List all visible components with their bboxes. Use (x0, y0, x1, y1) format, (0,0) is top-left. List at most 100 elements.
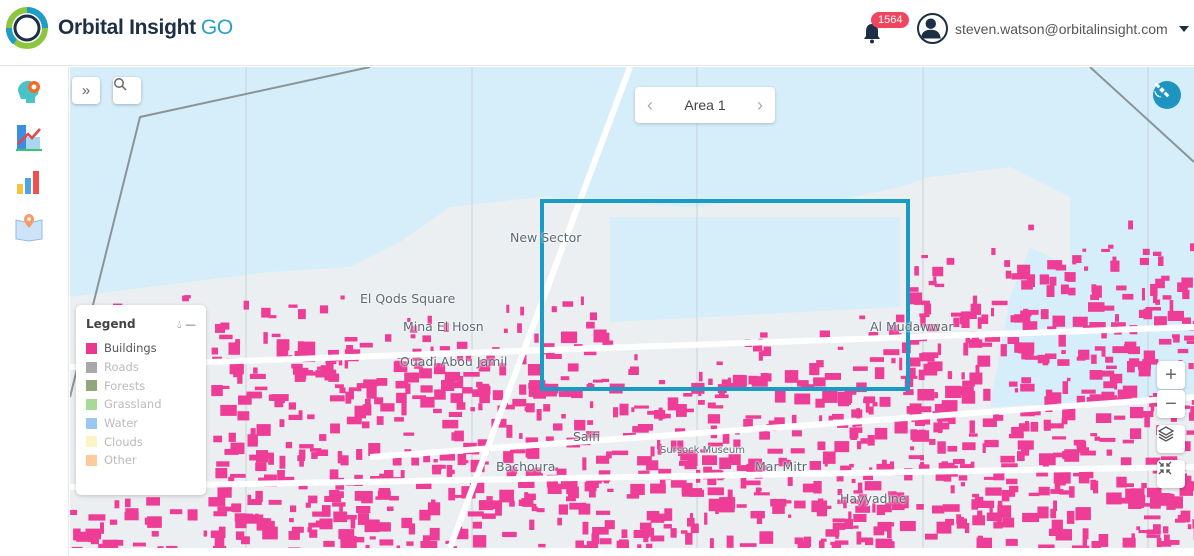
opacity-drop-icon[interactable]: 💧︎ (177, 318, 181, 331)
building (1144, 515, 1161, 520)
satellite-view-button[interactable] (1153, 81, 1181, 109)
building (289, 518, 294, 523)
building (1103, 381, 1116, 389)
building (216, 461, 230, 467)
building (419, 509, 431, 521)
building (441, 380, 453, 390)
minimize-legend-button[interactable]: — (185, 318, 196, 331)
building (972, 295, 978, 305)
map-pin-book-icon[interactable] (14, 212, 44, 242)
previous-area-button[interactable]: ‹ (647, 95, 653, 116)
user-email[interactable]: steven.watson@orbitalinsight.com (955, 21, 1168, 37)
building (230, 473, 246, 478)
building (1106, 449, 1113, 456)
building (410, 334, 416, 339)
building (95, 531, 100, 537)
building (834, 540, 849, 545)
building-growth-icon[interactable] (14, 122, 44, 152)
search-button[interactable] (113, 77, 141, 104)
building (340, 455, 349, 466)
building (446, 464, 453, 477)
building (1052, 315, 1066, 327)
building (985, 487, 1002, 496)
building (1149, 496, 1161, 509)
building (450, 393, 463, 403)
orbital-insight-logo[interactable] (5, 6, 49, 50)
bar-chart-icon[interactable] (14, 167, 44, 197)
building (215, 323, 225, 333)
building (1028, 224, 1034, 231)
legend-label: Grassland (104, 397, 162, 412)
collapse-fullscreen-button[interactable] (1157, 460, 1185, 488)
building (571, 391, 583, 399)
building (1116, 285, 1127, 291)
zoom-out-button[interactable]: − (1157, 390, 1185, 418)
building (1043, 419, 1051, 431)
legend-item-grassland[interactable]: Grassland (86, 395, 196, 414)
building (288, 304, 298, 308)
building (169, 509, 183, 515)
building (1177, 514, 1190, 523)
legend-item-water[interactable]: Water (86, 414, 196, 433)
building (946, 257, 955, 265)
building (816, 511, 827, 517)
map-label: Sursock Museum (660, 445, 745, 456)
head-gear-icon[interactable] (14, 77, 44, 107)
building (790, 448, 805, 454)
user-avatar[interactable] (917, 13, 948, 44)
building (1039, 453, 1056, 466)
legend-item-other[interactable]: Other (86, 451, 196, 470)
expand-panel-button[interactable]: » (72, 77, 100, 104)
legend-item-buildings[interactable]: Buildings (86, 339, 196, 358)
building (291, 526, 304, 533)
building (233, 370, 239, 378)
building (492, 390, 504, 401)
building (210, 530, 221, 538)
building (1114, 377, 1118, 390)
building (819, 415, 823, 422)
building (1058, 334, 1066, 347)
map-label: Saifi (573, 429, 600, 444)
building (261, 466, 266, 471)
building (1090, 433, 1098, 437)
building (968, 433, 978, 437)
building (400, 470, 405, 479)
building (1163, 526, 1169, 534)
map-canvas[interactable]: New Sector El Qods Square Mina El Hosn O… (70, 67, 1194, 548)
legend-item-roads[interactable]: Roads (86, 358, 196, 377)
layers-button[interactable] (1157, 425, 1185, 453)
building (864, 481, 882, 491)
building (714, 394, 729, 399)
building (784, 500, 792, 504)
building (378, 488, 391, 500)
building (1150, 283, 1158, 296)
building (899, 357, 903, 371)
building (832, 518, 846, 523)
building (1049, 276, 1057, 286)
building (853, 514, 867, 522)
next-area-button[interactable]: › (757, 95, 763, 116)
building (299, 449, 306, 459)
building (386, 506, 394, 511)
building (1004, 521, 1008, 525)
building (619, 403, 629, 416)
building (798, 396, 804, 401)
notification-count-badge[interactable]: 1564 (871, 12, 910, 28)
building (403, 432, 415, 436)
building (869, 357, 884, 362)
legend-item-clouds[interactable]: Clouds (86, 432, 196, 451)
zoom-in-button[interactable]: + (1157, 361, 1185, 389)
user-menu-caret-icon[interactable] (1179, 26, 1189, 32)
legend-item-forests[interactable]: Forests (86, 376, 196, 395)
building (506, 424, 513, 438)
building (254, 386, 268, 391)
building (891, 358, 896, 364)
building (457, 375, 464, 388)
building (856, 441, 862, 450)
building (102, 539, 119, 548)
building (394, 417, 404, 422)
building (250, 428, 256, 436)
building (404, 372, 419, 383)
building (1122, 439, 1134, 444)
building (852, 366, 868, 371)
